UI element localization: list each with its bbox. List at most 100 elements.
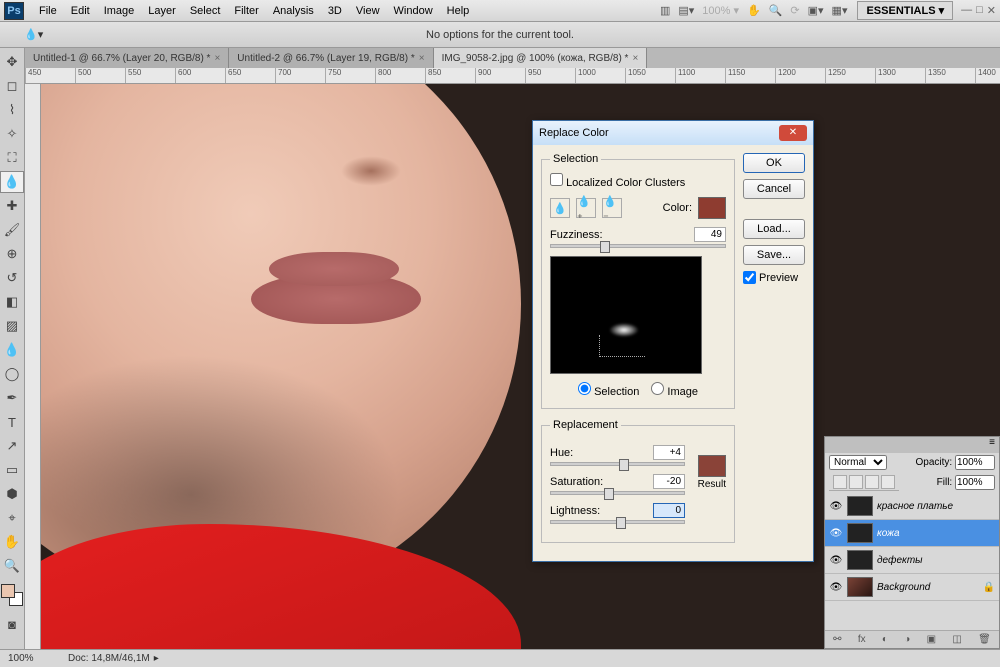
layer-row[interactable]: 👁Background🔒: [825, 574, 999, 601]
save-button[interactable]: Save...: [743, 245, 805, 265]
dialog-close-icon[interactable]: ✕: [779, 125, 807, 141]
blend-mode-select[interactable]: Normal: [829, 455, 887, 470]
layer-row[interactable]: 👁 дефекты: [825, 547, 999, 574]
hand-icon[interactable]: ✋: [747, 4, 761, 17]
bridge-icon[interactable]: ▥: [660, 4, 670, 17]
hue-slider[interactable]: [550, 462, 685, 466]
menu-analysis[interactable]: Analysis: [266, 5, 321, 17]
layer-row[interactable]: 👁красное платье: [825, 493, 999, 520]
crop-tool[interactable]: ⛶: [0, 147, 24, 169]
result-swatch[interactable]: [698, 455, 726, 477]
close-app-icon[interactable]: ✕: [987, 4, 996, 17]
rotate-icon[interactable]: ⟳: [790, 4, 799, 17]
eraser-tool[interactable]: ◧: [0, 291, 24, 313]
history-brush-tool[interactable]: ↺: [0, 267, 24, 289]
zoom-icon[interactable]: 🔍: [769, 4, 783, 17]
menu-filter[interactable]: Filter: [227, 5, 265, 17]
lock-all-icon[interactable]: [881, 475, 895, 489]
path-tool[interactable]: ↗: [0, 435, 24, 457]
maximize-icon[interactable]: □: [976, 4, 983, 17]
link-layers-icon[interactable]: ⚯: [833, 634, 841, 645]
lightness-input[interactable]: 0: [653, 503, 685, 518]
fx-icon[interactable]: fx: [858, 634, 866, 645]
move-tool[interactable]: ✥: [0, 51, 24, 73]
eyedropper-add-icon[interactable]: 💧₊: [576, 198, 596, 218]
visibility-icon[interactable]: 👁: [829, 555, 843, 566]
color-wells[interactable]: [1, 584, 23, 606]
panel-menu-icon[interactable]: ≡: [989, 437, 995, 453]
fuzziness-input[interactable]: 49: [694, 227, 726, 242]
menu-3d[interactable]: 3D: [321, 5, 349, 17]
menu-select[interactable]: Select: [183, 5, 228, 17]
menu-window[interactable]: Window: [387, 5, 440, 17]
close-icon[interactable]: ×: [419, 53, 425, 64]
menu-layer[interactable]: Layer: [141, 5, 183, 17]
menu-image[interactable]: Image: [97, 5, 142, 17]
new-layer-icon[interactable]: ◫: [952, 634, 961, 645]
group-icon[interactable]: ▣: [927, 634, 936, 645]
dodge-tool[interactable]: ◯: [0, 363, 24, 385]
layer-name: дефекты: [877, 555, 995, 566]
pen-tool[interactable]: ✒: [0, 387, 24, 409]
saturation-slider[interactable]: [550, 491, 685, 495]
color-swatch[interactable]: [698, 197, 726, 219]
3d-camera-tool[interactable]: ⌖: [0, 507, 24, 529]
mask-icon[interactable]: ◐: [882, 634, 888, 645]
heal-tool[interactable]: ✚: [0, 195, 24, 217]
eyedropper-tool[interactable]: 💧: [0, 171, 24, 193]
saturation-input[interactable]: -20: [653, 474, 685, 489]
stamp-tool[interactable]: ⊕: [0, 243, 24, 265]
visibility-icon[interactable]: 👁: [829, 501, 843, 512]
type-tool[interactable]: T: [0, 411, 24, 433]
close-icon[interactable]: ×: [214, 53, 220, 64]
doc-tab-3[interactable]: IMG_9058-2.jpg @ 100% (кожа, RGB/8) *×: [434, 48, 648, 68]
dialog-titlebar[interactable]: Replace Color ✕: [533, 121, 813, 145]
lock-transparency-icon[interactable]: [833, 475, 847, 489]
menu-edit[interactable]: Edit: [64, 5, 97, 17]
lock-pixels-icon[interactable]: [849, 475, 863, 489]
doc-tab-2[interactable]: Untitled-2 @ 66.7% (Layer 19, RGB/8) *×: [229, 48, 433, 68]
workspace-switcher[interactable]: ESSENTIALS ▾: [857, 1, 953, 20]
adjustment-icon[interactable]: ◑: [904, 634, 910, 645]
eyedropper-sub-icon[interactable]: 💧₋: [602, 198, 622, 218]
shape-tool[interactable]: ▭: [0, 459, 24, 481]
hand-tool[interactable]: ✋: [0, 531, 24, 553]
hue-input[interactable]: +4: [653, 445, 685, 460]
zoom-level[interactable]: 100%: [8, 653, 68, 664]
radio-image[interactable]: Image: [651, 382, 698, 398]
menu-file[interactable]: File: [32, 5, 64, 17]
extras-icon[interactable]: ▦▾: [832, 4, 848, 17]
menu-help[interactable]: Help: [440, 5, 477, 17]
lock-position-icon[interactable]: [865, 475, 879, 489]
gradient-tool[interactable]: ▨: [0, 315, 24, 337]
ok-button[interactable]: OK: [743, 153, 805, 173]
localized-clusters-checkbox[interactable]: Localized Color Clusters: [550, 177, 685, 189]
marquee-tool[interactable]: ◻: [0, 75, 24, 97]
lasso-tool[interactable]: ⌇: [0, 99, 24, 121]
blur-tool[interactable]: 💧: [0, 339, 24, 361]
opacity-input[interactable]: [955, 455, 995, 470]
fuzziness-slider[interactable]: [550, 244, 726, 248]
layer-row[interactable]: 👁кожа: [825, 520, 999, 547]
brush-tool[interactable]: 🖌: [0, 219, 24, 241]
radio-selection[interactable]: Selection: [578, 382, 639, 398]
load-button[interactable]: Load...: [743, 219, 805, 239]
preview-checkbox[interactable]: Preview: [743, 271, 805, 284]
zoom-tool[interactable]: 🔍: [0, 555, 24, 577]
arrange-icon[interactable]: ▤▾: [678, 4, 694, 17]
lightness-slider[interactable]: [550, 520, 685, 524]
eyedropper-icon[interactable]: 💧: [550, 198, 570, 218]
close-icon[interactable]: ×: [632, 53, 638, 64]
screen-mode-icon[interactable]: ▣▾: [808, 4, 824, 17]
menu-view[interactable]: View: [349, 5, 387, 17]
quickmask-tool[interactable]: ◙: [0, 613, 24, 635]
cancel-button[interactable]: Cancel: [743, 179, 805, 199]
3d-tool[interactable]: ⬢: [0, 483, 24, 505]
minimize-icon[interactable]: —: [961, 4, 972, 17]
delete-icon[interactable]: 🗑: [978, 634, 991, 645]
visibility-icon[interactable]: 👁: [829, 582, 843, 593]
doc-tab-1[interactable]: Untitled-1 @ 66.7% (Layer 20, RGB/8) *×: [25, 48, 229, 68]
fill-input[interactable]: [955, 475, 995, 490]
wand-tool[interactable]: ✧: [0, 123, 24, 145]
visibility-icon[interactable]: 👁: [829, 528, 843, 539]
